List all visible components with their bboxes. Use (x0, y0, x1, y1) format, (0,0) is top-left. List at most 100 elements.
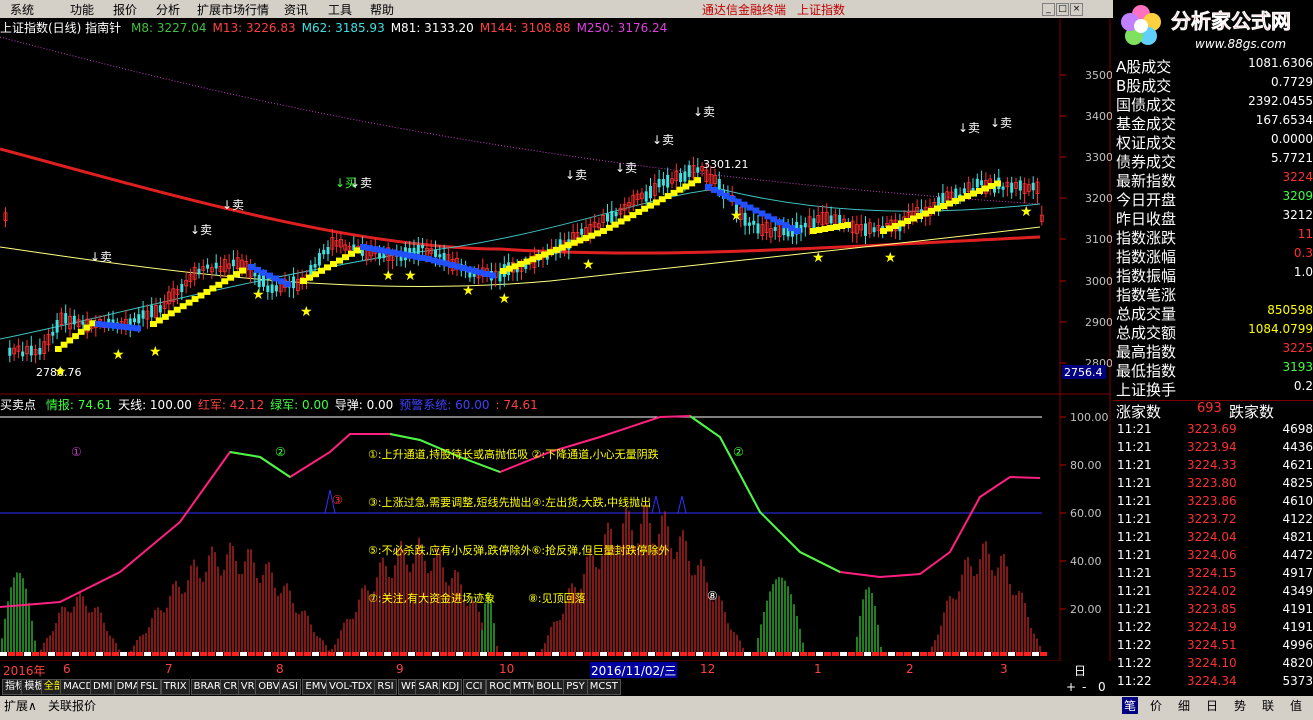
strip-cell (912, 652, 919, 656)
strip-cell (376, 652, 383, 656)
expand-tab[interactable]: 扩展∧ (4, 697, 37, 714)
ladder-step (89, 320, 96, 327)
marker-2b: ② (733, 445, 744, 459)
strip-cell (896, 652, 903, 656)
indicator-tab[interactable]: MCST (586, 679, 621, 695)
candle-body (270, 284, 274, 293)
quote-key: 指数涨跌 (1116, 229, 1177, 247)
tick-volume: 4698 (1282, 422, 1313, 436)
indicator-tab[interactable]: BOLL (533, 679, 566, 695)
menu-news[interactable]: 资讯 (284, 1, 308, 18)
indicator-tab[interactable]: TRIX (160, 679, 190, 695)
quote-tab[interactable]: 联 (1262, 697, 1274, 714)
note-3: ⑤:不必杀跌,应有小反弹,跌停除外⑥:抢反弹,但巨量封跌停除外 (368, 544, 670, 557)
strip-cell (544, 652, 551, 656)
indicator-value: 红军: 42.12 (197, 398, 265, 412)
indicator-tab[interactable]: VOL-TDX (326, 679, 376, 695)
tick-volume: 4610 (1282, 494, 1313, 508)
candle-body (606, 213, 609, 222)
indicator-tab[interactable]: DMI (90, 679, 116, 695)
strip-cell (0, 652, 7, 656)
candle-body (644, 191, 648, 202)
strip-cell (872, 652, 879, 656)
strip-cell (752, 652, 759, 656)
quote-tab[interactable]: 值 (1290, 697, 1302, 714)
menu-extended-market[interactable]: 扩展市场行情 (197, 1, 269, 18)
close-button[interactable]: × (1070, 3, 1083, 16)
strip-cell (472, 652, 479, 656)
quote-row: B股成交 0.7729 (1113, 75, 1313, 95)
quote-tab[interactable]: 势 (1234, 697, 1246, 714)
strip-cell (264, 652, 271, 656)
star-icon: ★ (1020, 204, 1033, 220)
menu-analysis[interactable]: 分析 (156, 1, 180, 18)
time-m12: 12 (700, 662, 716, 676)
ladder-step (564, 242, 572, 249)
indicator-tab[interactable]: RSI (374, 679, 397, 695)
strip-cell (176, 652, 183, 656)
time-m9: 9 (396, 662, 404, 676)
reset-button[interactable]: 0 (1098, 680, 1106, 694)
quote-row: 最低指数 3193 (1113, 360, 1313, 380)
strip-cell (1024, 652, 1031, 656)
strip-cell (432, 652, 439, 656)
quote-key: B股成交 (1116, 77, 1172, 95)
zoom-in-button[interactable]: + (1066, 680, 1076, 694)
ladder-step (570, 239, 578, 246)
red-army-bars (40, 504, 1041, 652)
indicator-tab[interactable]: SAR (415, 679, 442, 695)
strip-cell (664, 652, 671, 656)
candle-body (743, 212, 747, 226)
quote-key: 上证换手 (1116, 381, 1177, 399)
signal-strip (0, 652, 1047, 656)
quote-tab[interactable]: 笔 (1122, 697, 1139, 714)
candle-body (975, 178, 979, 188)
quote-row: 上证换手 0.2 (1113, 379, 1313, 399)
strip-cell (160, 652, 167, 656)
ladder-step (239, 267, 246, 274)
candle-body (292, 276, 296, 289)
related-quote-tab[interactable]: 关联报价 (48, 697, 96, 714)
strip-cell (360, 652, 367, 656)
logo-url: www.88gs.com (1195, 37, 1286, 51)
indicator-tab[interactable]: FSL (137, 679, 161, 695)
time-m7: 7 (165, 662, 173, 676)
strip-cell (504, 652, 511, 656)
indicator-tab[interactable]: BRAR (190, 679, 224, 695)
restore-button[interactable]: □ (1056, 3, 1069, 16)
menu-function[interactable]: 功能 (70, 1, 94, 18)
tick-time: 11:21 (1117, 584, 1152, 598)
candle-body (687, 165, 691, 177)
menu-help[interactable]: 帮助 (370, 1, 394, 18)
strip-cell (232, 652, 239, 656)
quote-tab[interactable]: 细 (1178, 697, 1190, 714)
ladder-step (676, 186, 684, 193)
menu-quote[interactable]: 报价 (113, 1, 137, 18)
indicator-tab[interactable]: KDJ (439, 679, 463, 695)
minimize-button[interactable]: _ (1042, 3, 1055, 16)
menu-system[interactable]: 系统 (10, 1, 34, 18)
menu-tools[interactable]: 工具 (328, 1, 352, 18)
ladder-step (635, 208, 643, 215)
ladder-step (898, 220, 905, 227)
tick-volume: 4621 (1282, 458, 1313, 472)
quote-value: 0.2 (1293, 379, 1313, 393)
candle-body (137, 314, 141, 324)
star-icon: ★ (149, 344, 162, 360)
indicator-tab[interactable]: CCI (462, 679, 486, 695)
tick-time: 11:21 (1117, 494, 1152, 508)
indicator-tab[interactable]: ASI (278, 679, 301, 695)
tick-time: 11:21 (1117, 530, 1152, 544)
zoom-out-button[interactable]: - (1082, 680, 1086, 694)
strip-cell (600, 652, 607, 656)
signal-ladder (55, 177, 1001, 352)
tick-volume: 4349 (1282, 584, 1313, 598)
quote-key: 指数振幅 (1116, 267, 1177, 285)
indicator-tab[interactable]: PSY (563, 679, 588, 695)
strip-cell (216, 652, 223, 656)
strip-cell (144, 652, 151, 656)
candle-body (829, 215, 833, 224)
strip-cell (392, 652, 399, 656)
quote-tab[interactable]: 日 (1206, 697, 1218, 714)
quote-tab[interactable]: 价 (1150, 697, 1162, 714)
